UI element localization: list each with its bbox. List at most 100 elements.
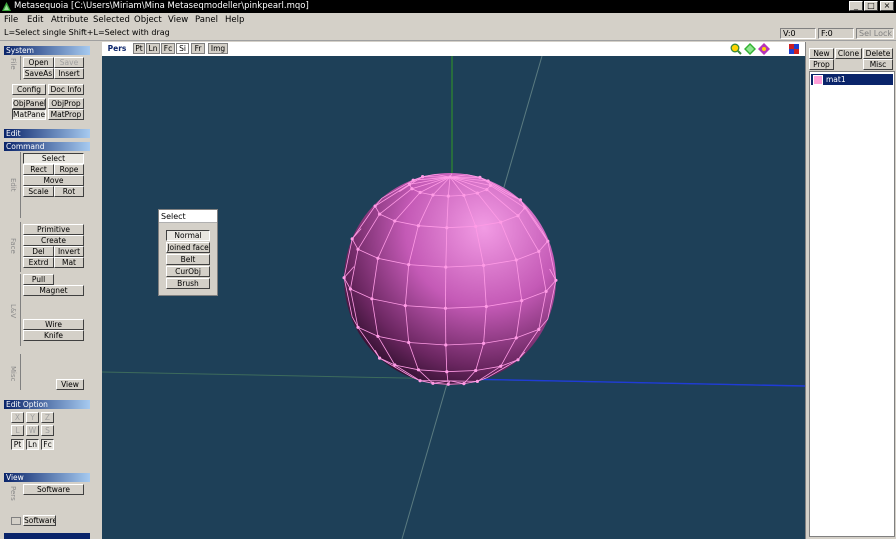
extrude-tool-button[interactable]: Extrd xyxy=(23,257,54,268)
wire-vertex xyxy=(356,247,360,251)
3d-viewport[interactable] xyxy=(102,56,805,539)
select-curobj-button[interactable]: CurObj xyxy=(166,266,210,277)
knife-tool-button[interactable]: Knife xyxy=(23,330,84,341)
face-group-line xyxy=(20,222,21,272)
world-toggle[interactable]: W xyxy=(26,425,39,436)
face-edit-toggle[interactable]: Fc xyxy=(41,439,54,450)
insert-button[interactable]: Insert xyxy=(54,68,84,79)
local-toggle[interactable]: L xyxy=(11,425,24,436)
material-tool-button[interactable]: Mat xyxy=(54,257,84,268)
clone-material-button[interactable]: Clone xyxy=(835,48,862,59)
line-edit-toggle[interactable]: Ln xyxy=(26,439,39,450)
grid-color-icon[interactable] xyxy=(788,43,800,55)
rope-tool-button[interactable]: Rope xyxy=(54,164,84,175)
axis-x-toggle[interactable]: X xyxy=(11,412,24,423)
view-tool-button[interactable]: View xyxy=(56,379,84,390)
primitive-tool-button[interactable]: Primitive xyxy=(23,224,84,235)
rect-tool-button[interactable]: Rect xyxy=(23,164,54,175)
wire-vertex xyxy=(393,363,397,367)
menu-object[interactable]: Object xyxy=(134,15,162,25)
menu-help[interactable]: Help xyxy=(225,15,244,25)
wire-vertex xyxy=(407,263,411,267)
wire-vertex xyxy=(410,187,414,191)
wire-vertex xyxy=(378,212,382,216)
rotate-view-icon[interactable] xyxy=(758,43,770,55)
save-button[interactable]: Save xyxy=(54,57,84,68)
menu-file[interactable]: File xyxy=(4,15,18,25)
delete-material-button[interactable]: Delete xyxy=(863,48,893,59)
wire-vertex xyxy=(544,289,548,293)
axis-z-toggle[interactable]: Z xyxy=(41,412,54,423)
config-button[interactable]: Config xyxy=(12,84,46,95)
select-joined-face-button[interactable]: Joined face xyxy=(166,242,210,253)
material-list[interactable]: mat1 xyxy=(809,71,895,537)
tab-front[interactable]: Fr xyxy=(191,43,205,54)
panel-footer-bar xyxy=(4,533,90,539)
material-prop-button[interactable]: Prop xyxy=(809,59,834,70)
tab-line[interactable]: Ln xyxy=(146,43,160,54)
mat-prop-button[interactable]: MatProp xyxy=(48,109,84,120)
select-window-title[interactable]: Select xyxy=(159,210,217,223)
viewport-canvas xyxy=(102,56,805,539)
render-software-toggle[interactable]: Software xyxy=(23,515,56,526)
tab-face[interactable]: Fc xyxy=(161,43,175,54)
doc-info-button[interactable]: Doc Info xyxy=(48,84,84,95)
maximize-button[interactable]: □ xyxy=(864,1,878,11)
material-misc-button[interactable]: Misc xyxy=(863,59,893,70)
tab-image[interactable]: Img xyxy=(208,43,228,54)
wire-vertex xyxy=(411,178,415,182)
pull-tool-button[interactable]: Pull xyxy=(23,274,54,285)
wire-vertex xyxy=(378,356,382,360)
select-brush-button[interactable]: Brush xyxy=(166,278,210,289)
close-button[interactable]: × xyxy=(880,1,894,11)
select-normal-button[interactable]: Normal xyxy=(166,230,210,241)
scale-tool-button[interactable]: Scale xyxy=(23,186,54,197)
mat-panel-button[interactable]: MatPanel xyxy=(12,109,46,120)
magnet-tool-button[interactable]: Magnet xyxy=(23,285,84,296)
wire-tool-button[interactable]: Wire xyxy=(23,319,84,330)
tab-silhouette[interactable]: Si xyxy=(176,43,189,54)
screen-toggle[interactable]: S xyxy=(41,425,54,436)
tab-point[interactable]: Pt xyxy=(133,43,145,54)
pan-icon[interactable] xyxy=(744,43,756,55)
menu-attribute[interactable]: Attribute xyxy=(51,15,89,25)
axis-y-toggle[interactable]: Y xyxy=(26,412,39,423)
edit-option-header: Edit Option xyxy=(4,400,90,409)
minimize-button[interactable]: _ xyxy=(849,1,863,11)
menu-edit[interactable]: Edit xyxy=(27,15,43,25)
move-tool-button[interactable]: Move xyxy=(23,175,84,186)
wire-vertex xyxy=(514,336,518,340)
open-button[interactable]: Open xyxy=(23,57,54,68)
menu-panel[interactable]: Panel xyxy=(195,15,218,25)
wire-vertex xyxy=(421,175,425,179)
create-tool-button[interactable]: Create xyxy=(23,235,84,246)
wire-vertex xyxy=(443,306,448,310)
title-bar[interactable]: Metasequoia [C:\Users\Miriam\Mina Metase… xyxy=(0,0,896,13)
wire-vertex xyxy=(416,224,420,228)
wire-vertex xyxy=(444,265,448,269)
select-tool-button[interactable]: Select xyxy=(23,153,84,164)
material-item[interactable]: mat1 xyxy=(811,74,893,85)
tab-perspective[interactable]: Pers xyxy=(104,43,130,54)
command-panel: System File Open Save SaveAs Insert Conf… xyxy=(0,42,96,539)
point-edit-toggle[interactable]: Pt xyxy=(11,439,24,450)
wire-vertex xyxy=(478,175,482,179)
save-as-button[interactable]: SaveAs xyxy=(23,68,54,79)
wire-vertex xyxy=(431,193,435,197)
obj-prop-button[interactable]: ObjProp xyxy=(48,98,84,109)
rot-tool-button[interactable]: Rot xyxy=(54,186,84,197)
wire-vertex xyxy=(376,256,380,260)
invert-tool-button[interactable]: Invert xyxy=(54,246,84,257)
select-belt-button[interactable]: Belt xyxy=(166,254,210,265)
render-software-button[interactable]: Software xyxy=(23,484,84,495)
menu-view[interactable]: View xyxy=(168,15,188,25)
new-material-button[interactable]: New xyxy=(809,48,834,59)
command-header: Command xyxy=(4,142,90,151)
axis-z-line xyxy=(461,378,805,387)
status-hint: L=Select single Shift+L=Select with drag xyxy=(2,28,778,39)
delete-tool-button[interactable]: Del xyxy=(23,246,54,257)
zoom-icon[interactable] xyxy=(730,43,742,55)
sel-lock-toggle[interactable]: Sel Lock xyxy=(856,28,894,39)
menu-selected[interactable]: Selected xyxy=(93,15,130,25)
obj-panel-button[interactable]: ObjPanel xyxy=(12,98,46,109)
